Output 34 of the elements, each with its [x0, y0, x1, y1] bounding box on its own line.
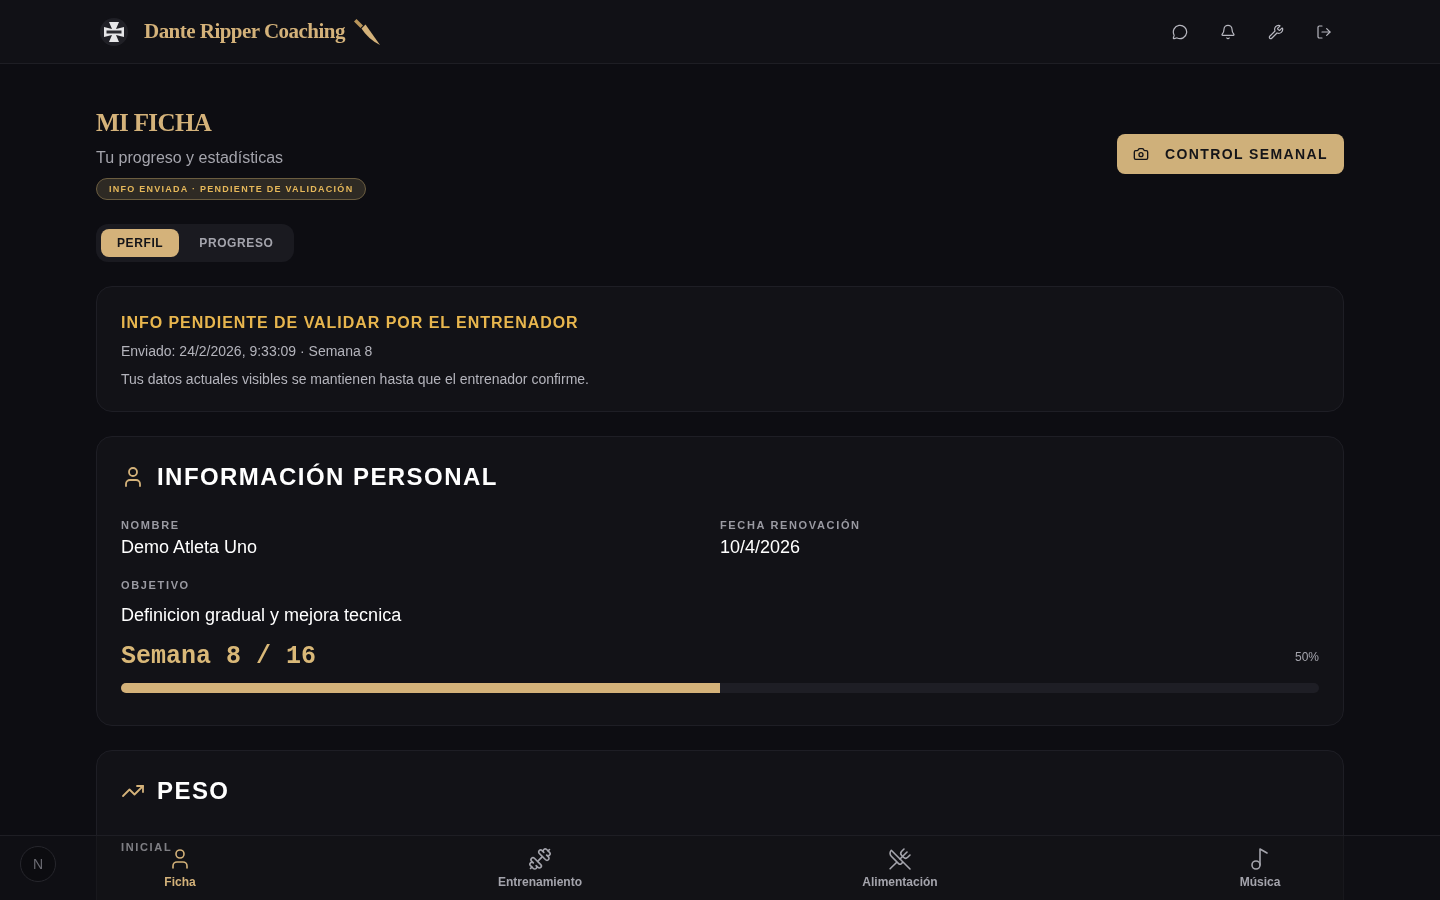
field-label: NOMBRE	[121, 518, 180, 533]
tab[interactable]: PROGRESO	[183, 229, 290, 257]
nav-item[interactable]: Música	[1239, 846, 1281, 890]
section-title: PESO	[157, 776, 230, 806]
field-label: INICIAL	[121, 840, 173, 855]
progress-percent: 50%	[1294, 649, 1319, 665]
sent-info: Enviado: 24/2/2026, 9:33:09 · Semana 8	[121, 342, 374, 361]
brand-name: Dante Ripper Coaching	[144, 17, 345, 45]
field-label: FECHA RENOVACIÓN	[720, 518, 861, 533]
field-value: Demo Atleta Uno	[121, 536, 258, 559]
tab[interactable]: PERFIL	[101, 229, 180, 257]
page-subtitle: Tu progreso y estadísticas	[96, 148, 284, 168]
week-counter: Semana 8 / 16	[121, 641, 317, 673]
logout-icon	[1316, 23, 1332, 40]
nav-item[interactable]: Entrenamiento	[498, 846, 582, 890]
field-label: OBJETIVO	[121, 578, 190, 593]
notice-text: Tus datos actuales visibles se mantienen hasta que el entrenador confirme.	[121, 370, 590, 389]
dev-badge[interactable]: N	[20, 846, 56, 882]
chat-icon	[1172, 23, 1188, 40]
notice-title: INFO PENDIENTE DE VALIDAR POR EL ENTRENADOR	[121, 313, 580, 333]
camera-icon	[1132, 146, 1149, 162]
field-value: 10/4/2026	[720, 536, 801, 559]
crossed-utensils-icon	[888, 846, 912, 871]
wrench-icon	[1268, 23, 1284, 40]
bell-icon	[1220, 23, 1236, 40]
field-value: Definicion gradual y mejora tecnica	[121, 604, 402, 627]
control-semanal-button[interactable]: CONTROL SEMANAL	[1116, 134, 1344, 174]
nav-item[interactable]: Alimentación	[862, 846, 938, 890]
page-title: MI FICHA	[96, 108, 212, 138]
dumbbell-icon	[528, 846, 552, 871]
cross-emblem-icon	[100, 17, 128, 46]
status-badge: INFO ENVIADA · PENDIENTE DE VALIDACIÓN	[96, 178, 367, 200]
knife-icon	[352, 17, 381, 46]
section-title: INFORMACIÓN PERSONAL	[157, 462, 498, 492]
